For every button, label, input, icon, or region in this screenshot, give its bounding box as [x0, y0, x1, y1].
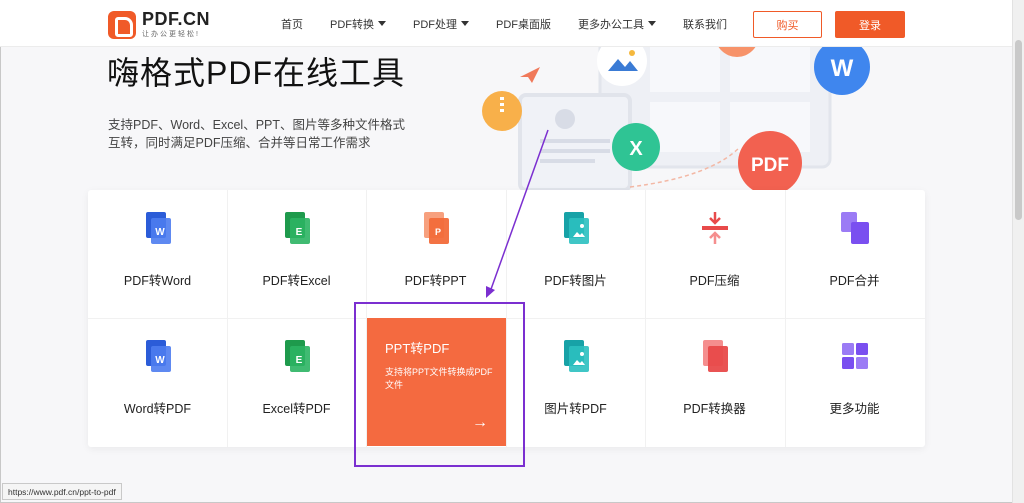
tool-pdf-to-image[interactable]: PDF转图片 — [506, 190, 645, 318]
svg-text:W: W — [155, 355, 165, 366]
grid-icon — [841, 343, 868, 369]
hero-subtitle: 支持PDF、Word、Excel、PPT、图片等多种文件格式 互转，同时满足PD… — [108, 118, 406, 150]
svg-text:P: P — [434, 227, 440, 237]
tool-label: PDF转Excel — [262, 274, 331, 288]
compress-icon — [701, 212, 728, 244]
ppt-doc-icon: P — [423, 212, 449, 244]
tool-label: 更多功能 — [829, 402, 880, 416]
word-badge-icon: W — [831, 55, 854, 82]
tool-pdf-merge[interactable]: PDF合并 — [785, 190, 924, 318]
tool-label: Excel转PDF — [262, 402, 331, 416]
excel-doc-icon: E — [284, 340, 310, 372]
logo-slogan: 让办公更轻松! — [142, 31, 200, 38]
caret-down-icon — [378, 21, 386, 26]
excel-badge-icon: X — [629, 138, 643, 160]
tool-label: 图片转PDF — [544, 402, 607, 416]
nav-contact[interactable]: 联系我们 — [683, 16, 727, 32]
logo-name: PDF.CN — [142, 9, 211, 29]
svg-text:E: E — [295, 355, 302, 366]
logo[interactable]: PDF.CN 让办公更轻松! — [108, 10, 210, 39]
tool-label: PDF压缩 — [689, 274, 740, 288]
pdf-badge-icon: PDF — [751, 155, 789, 176]
excel-doc-icon: E — [284, 212, 310, 244]
tool-image-to-pdf[interactable]: 图片转PDF — [506, 318, 645, 446]
tool-label: PDF转Word — [123, 274, 192, 288]
tool-pdf-converter[interactable]: PDF转换器 — [645, 318, 784, 446]
hero-title: 嗨格式PDF在线工具 — [107, 55, 406, 91]
buy-button[interactable]: 购买 — [753, 11, 822, 38]
tool-pdf-to-word[interactable]: W PDF转Word — [88, 190, 227, 318]
tool-label: PDF转换器 — [683, 402, 746, 416]
svg-text:W: W — [155, 227, 165, 238]
status-bar-url: https://www.pdf.cn/ppt-to-pdf — [2, 483, 122, 500]
tool-label: PDF转PPT — [404, 274, 467, 288]
word-doc-icon: W — [145, 340, 171, 372]
tool-pdf-to-excel[interactable]: E PDF转Excel — [227, 190, 366, 318]
tool-pdf-compress[interactable]: PDF压缩 — [645, 190, 784, 318]
nav-home[interactable]: 首页 — [281, 16, 303, 32]
tool-excel-to-pdf[interactable]: E Excel转PDF — [227, 318, 366, 446]
hero-illustration: W X PDF — [482, 47, 870, 195]
scroll-thumb[interactable] — [1015, 40, 1022, 220]
logo-icon — [108, 10, 136, 39]
tool-label: Word转PDF — [123, 402, 192, 416]
image-doc-icon — [563, 340, 589, 372]
tool-label: PDF合并 — [829, 274, 880, 288]
merge-icon — [840, 212, 869, 244]
nav-pdf-desktop[interactable]: PDF桌面版 — [496, 16, 551, 32]
converter-icon — [702, 340, 728, 372]
nav-pdf-convert[interactable]: PDF转换 — [330, 16, 386, 32]
nav-more-tools[interactable]: 更多办公工具 — [578, 16, 656, 32]
tool-word-to-pdf[interactable]: W Word转PDF — [88, 318, 227, 446]
word-doc-icon: W — [145, 212, 171, 244]
tool-label: PDF转图片 — [544, 274, 607, 288]
annotation-highlight-box — [354, 302, 525, 467]
caret-down-icon — [461, 21, 469, 26]
image-doc-icon — [563, 212, 589, 244]
svg-text:E: E — [295, 227, 302, 238]
nav-pdf-process[interactable]: PDF处理 — [413, 16, 469, 32]
caret-down-icon — [648, 21, 656, 26]
tool-pdf-to-ppt[interactable]: P PDF转PPT — [366, 190, 505, 318]
tool-more-functions[interactable]: 更多功能 — [785, 318, 924, 446]
site-header: PDF.CN 让办公更轻松! 首页 PDF转换 PDF处理 PDF桌面版 更多办… — [0, 0, 1012, 47]
login-button[interactable]: 登录 — [835, 11, 905, 38]
main-nav: 首页 PDF转换 PDF处理 PDF桌面版 更多办公工具 联系我们 — [281, 0, 754, 47]
vertical-scrollbar[interactable] — [1012, 0, 1024, 503]
